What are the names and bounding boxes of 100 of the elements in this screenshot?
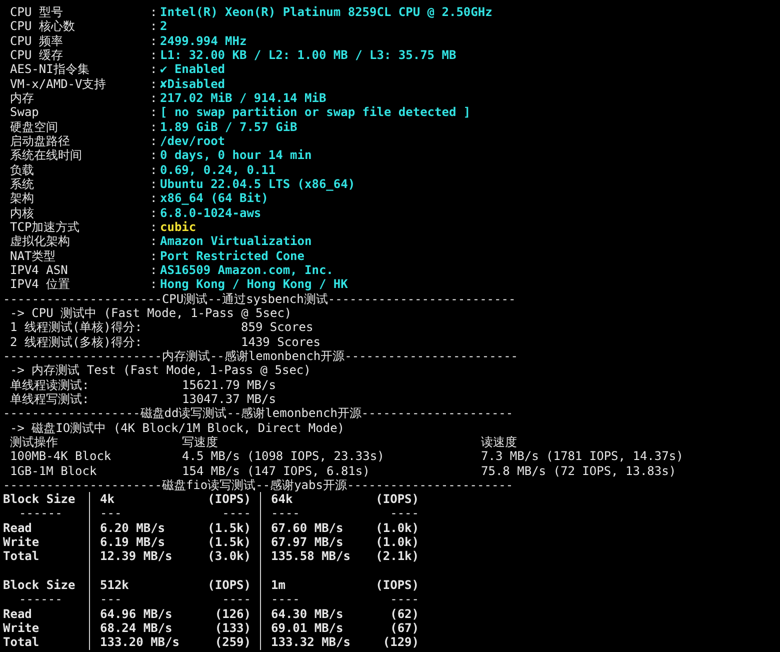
info-label: 架构 — [10, 191, 35, 206]
table-cell: Total — [3, 635, 40, 650]
result-label: 单线程读测试: — [10, 378, 90, 392]
separator-colon: : — [150, 120, 158, 134]
table-cell: ------ — [19, 506, 62, 520]
table-cell: (IOPS) — [376, 492, 419, 506]
table-cell: 64.30 MB/s — [271, 606, 344, 622]
table-cell: 1m — [271, 578, 286, 592]
separator-colon: : — [150, 62, 158, 77]
table-cell: 133.20 MB/s — [100, 635, 180, 650]
column-header: 读速度 — [481, 434, 518, 450]
result-label: 2 线程测试(多核)得分: — [10, 334, 144, 349]
separator-colon: : — [150, 34, 158, 48]
table-cell: (1.0k) — [376, 520, 419, 536]
info-value: 0 days, 0 hour 14 min — [160, 148, 312, 163]
info-label: 内核 — [10, 206, 35, 220]
info-value: Ubuntu 22.04.5 LTS (x86_64) — [160, 176, 356, 192]
table-cell: ---- — [271, 506, 300, 521]
table-cell: (2.1k) — [376, 549, 419, 564]
table-cell: Block Size — [3, 578, 76, 592]
column-header: 写速度 — [182, 434, 219, 450]
table-cell: Read — [3, 606, 32, 621]
result-label: 1 线程测试(单核)得分: — [10, 320, 144, 335]
test-heading: -> CPU 测试中 (Fast Mode, 1-Pass @ 5sec) — [10, 306, 292, 320]
table-cell-text: 1GB-1M Block — [10, 464, 98, 478]
info-label: TCP加速方式 — [10, 220, 81, 234]
table-cell: 512k — [100, 578, 129, 592]
table-cell: (IOPS) — [208, 492, 251, 506]
table-cell: ---- — [271, 592, 300, 607]
info-value: 217.02 MiB / 914.14 MiB — [160, 90, 326, 106]
info-label: 硬盘空间 — [10, 120, 59, 134]
table-cell: (129) — [382, 635, 419, 650]
separator-colon: : — [150, 90, 158, 106]
info-label: NAT类型 — [10, 248, 57, 263]
info-value: Port Restricted Cone — [160, 248, 304, 263]
table-cell: Total — [3, 549, 40, 564]
info-label: 虚拟化架构 — [10, 234, 71, 249]
info-label: AES-NI指令集 — [10, 62, 90, 77]
separator-colon: : — [150, 191, 158, 206]
info-label: 系统 — [10, 176, 35, 192]
info-label: 启动盘路径 — [10, 134, 71, 148]
info-value: ✔ Enabled — [160, 62, 226, 77]
separator-colon: : — [150, 220, 158, 234]
separator-colon: : — [150, 176, 158, 192]
table-cell: (IOPS) — [376, 578, 419, 592]
table-cell: ---- — [390, 506, 419, 521]
result-value: 15621.79 MB/s — [182, 378, 277, 392]
separator-colon: : — [150, 206, 158, 220]
table-cell: ---- — [222, 592, 251, 607]
test-heading: -> 磁盘IO测试中 (4K Block/1M Block, Direct Mode) — [10, 420, 345, 435]
table-cell: Read — [3, 520, 32, 535]
table-cell-text: 4.5 MB/s (1098 IOPS, 23.33s) — [182, 449, 386, 464]
separator-colon: : — [150, 76, 158, 91]
info-value: 2499.994 MHz — [160, 34, 247, 48]
table-cell: 6.19 MB/s — [100, 535, 166, 550]
separator-colon: : — [150, 48, 158, 62]
table-cell: Write — [3, 535, 40, 550]
result-value: 859 Scores — [241, 320, 314, 335]
table-cell: 135.58 MB/s — [271, 549, 350, 564]
separator-colon: : — [150, 262, 158, 278]
test-heading: -> 内存测试 Test (Fast Mode, 1-Pass @ 5sec) — [10, 363, 311, 378]
info-label: 内存 — [10, 90, 35, 106]
table-cell: 64k — [271, 492, 293, 506]
info-value: Intel(R) Xeon(R) Platinum 8259CL CPU @ 2.50GHz — [160, 5, 492, 20]
table-cell-text: 7.3 MB/s (1781 IOPS, 14.37s) — [481, 449, 684, 464]
table-cell: (1.0k) — [376, 535, 419, 550]
column-header: 测试操作 — [10, 434, 59, 450]
table-cell: (259) — [214, 635, 251, 650]
table-cell: 6.20 MB/s — [100, 520, 166, 536]
table-cell: 67.97 MB/s — [271, 535, 344, 550]
info-value: 0.69, 0.24, 0.11 — [160, 162, 276, 177]
separator-colon: : — [150, 162, 158, 177]
table-cell: ------ — [19, 592, 62, 606]
table-cell: 68.24 MB/s — [100, 621, 172, 636]
table-cell: 4k — [100, 492, 114, 506]
table-cell: --- — [100, 592, 122, 607]
separator-colon: : — [150, 134, 158, 148]
info-value: AS16509 Amazon.com, Inc. — [160, 262, 334, 278]
info-value: [ no swap partition or swap file detected ] — [160, 105, 471, 120]
info-label: CPU 缓存 — [10, 48, 64, 62]
table-cell-text: 154 MB/s (147 IOPS, 6.81s) — [182, 464, 371, 478]
info-value: L1: 32.00 KB / L2: 1.00 MB / L3: 35.75 MB — [160, 48, 456, 62]
table-cell: Write — [3, 621, 40, 636]
info-value: ✘Disabled — [160, 76, 226, 91]
result-value: 1439 Scores — [241, 334, 322, 349]
table-cell: (1.5k) — [208, 535, 251, 550]
table-cell: ---- — [222, 506, 251, 521]
table-cell: (62) — [390, 606, 419, 622]
info-value: /dev/root — [160, 134, 226, 148]
section-divider: ----------------------磁盘fio读写测试--感谢yabs开源----------------------- — [3, 478, 514, 492]
info-label: 负载 — [10, 162, 35, 177]
info-label: VM-x/AMD-V支持 — [10, 76, 108, 91]
info-value: 2 — [160, 19, 168, 34]
info-value: 1.89 GiB / 7.57 GiB — [160, 120, 298, 134]
separator-colon: : — [150, 19, 158, 34]
table-cell: 64.96 MB/s — [100, 606, 172, 622]
table-cell: (126) — [214, 606, 251, 622]
table-cell: (67) — [390, 621, 419, 636]
info-label: IPV4 位置 — [10, 277, 72, 292]
table-cell: 69.01 MB/s — [271, 621, 344, 636]
